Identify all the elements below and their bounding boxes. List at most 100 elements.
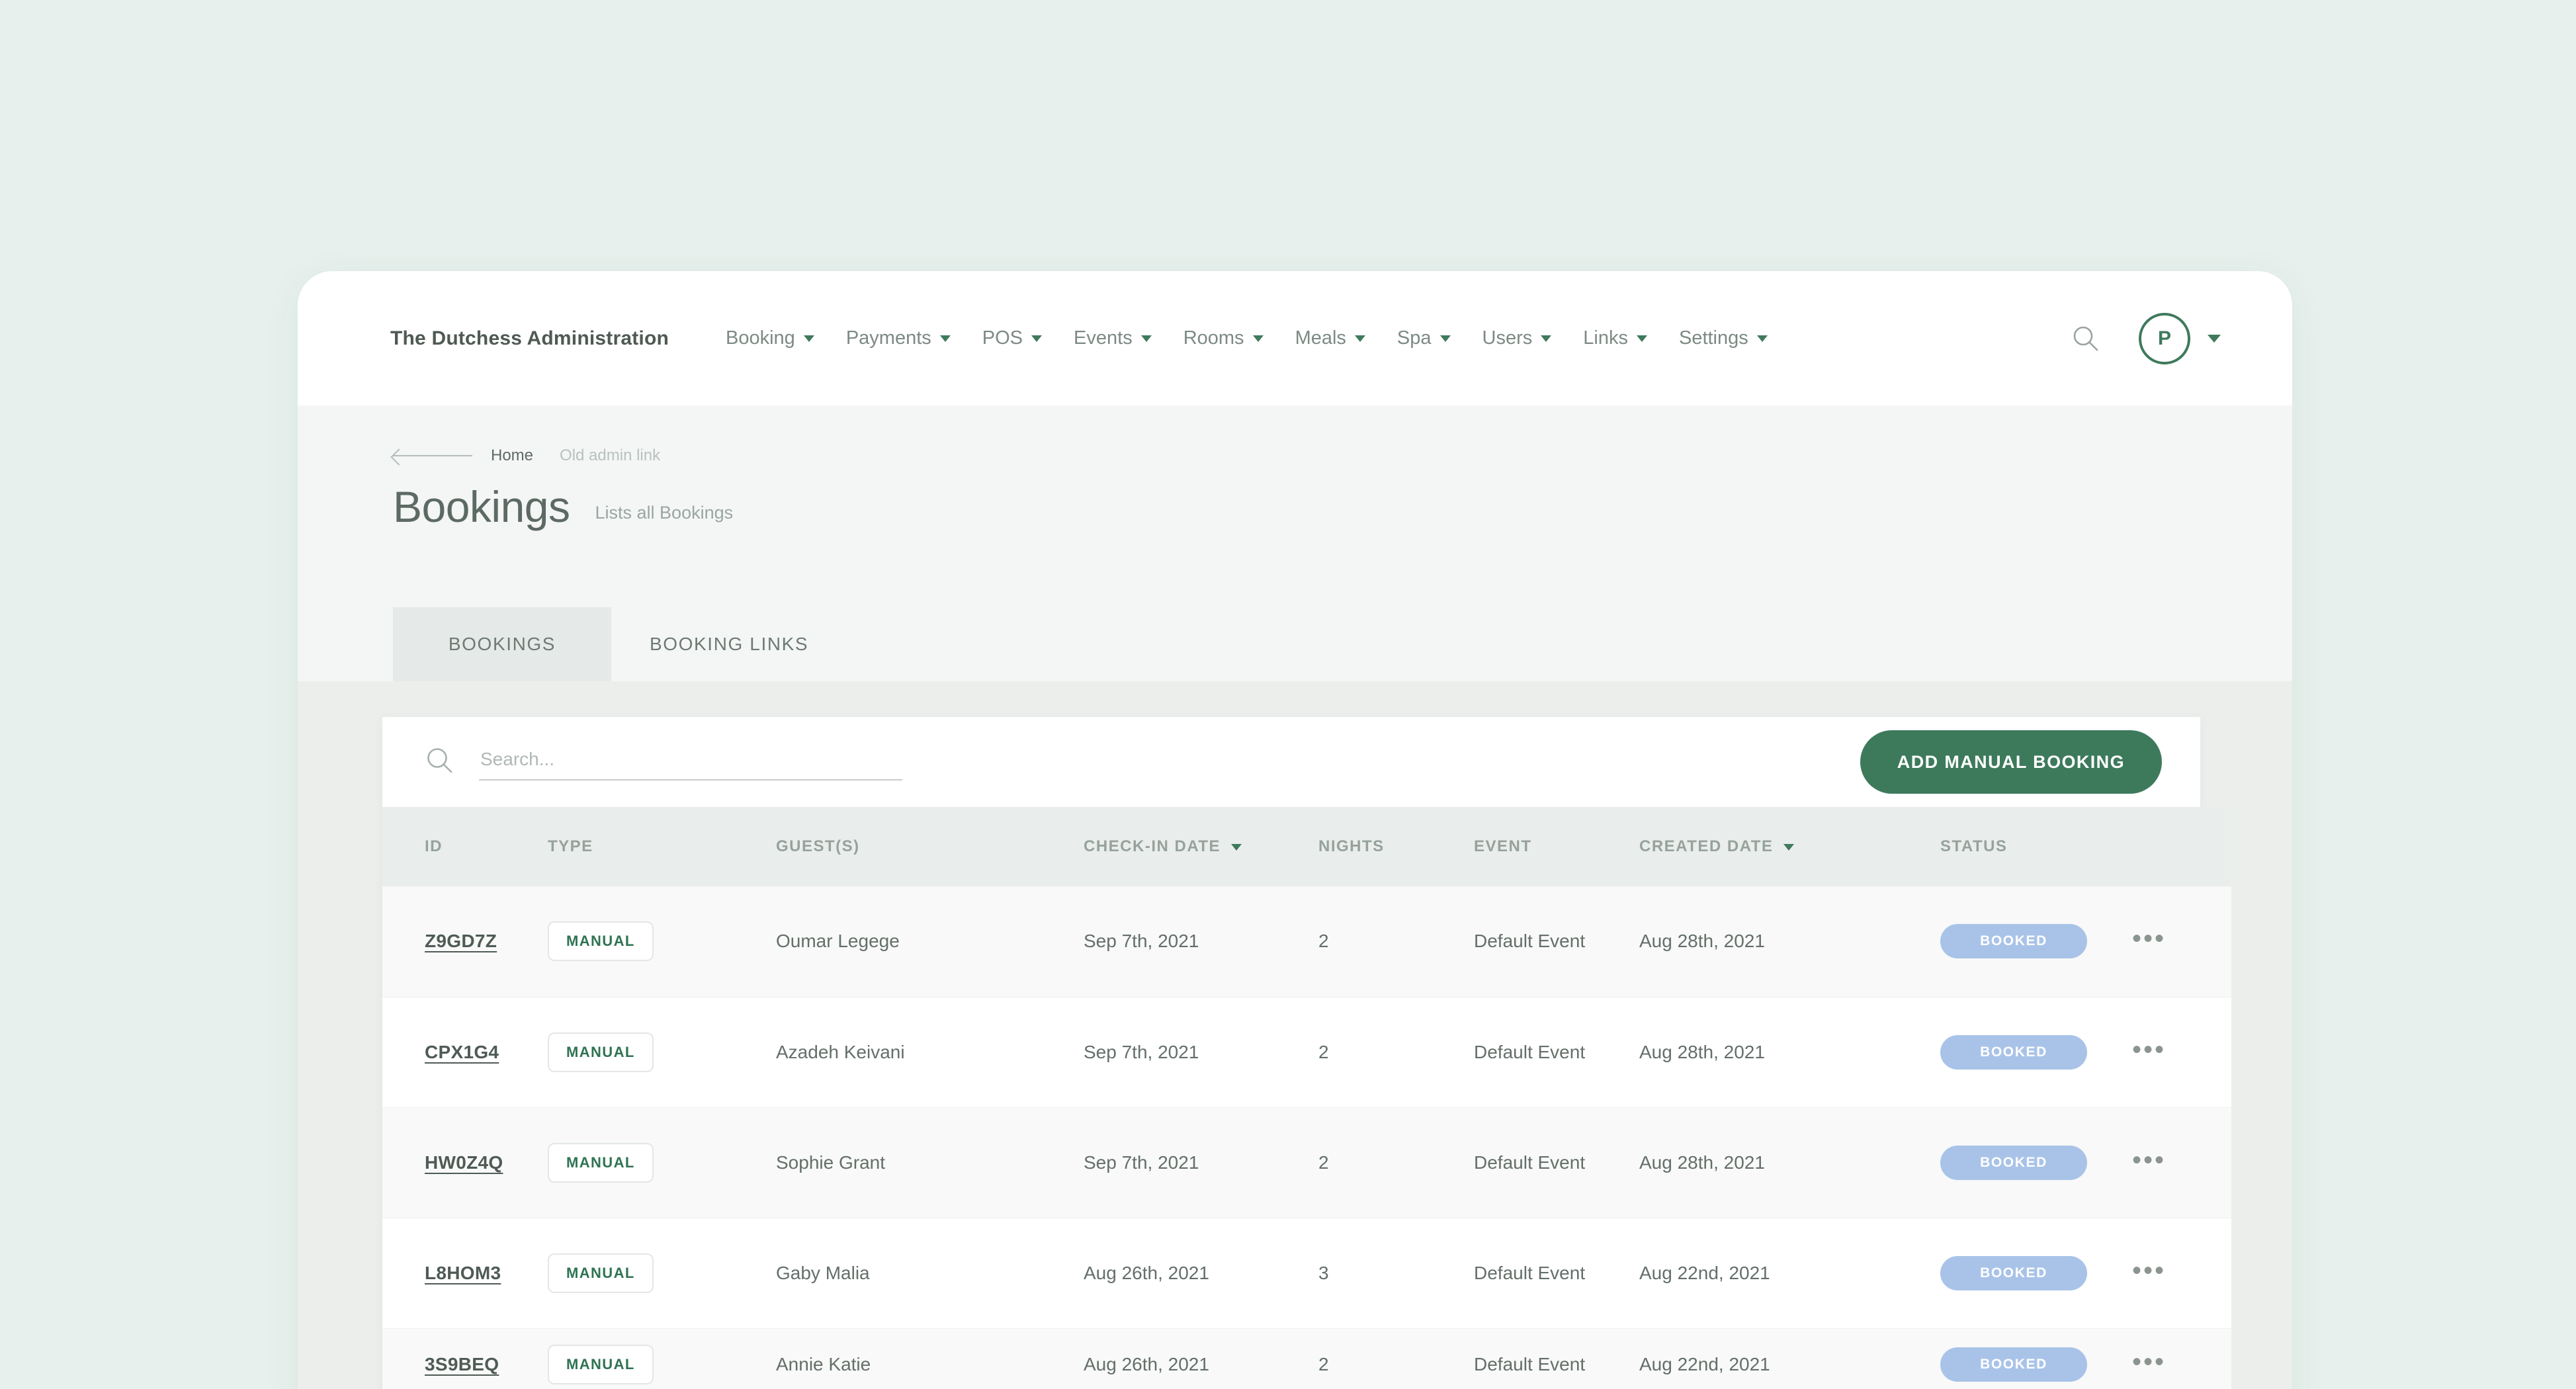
breadcrumb-item-home[interactable]: Home bbox=[491, 446, 533, 465]
column-header-label: NIGHTS bbox=[1318, 837, 1385, 855]
row-menu-icon[interactable]: ••• bbox=[2132, 1147, 2166, 1173]
created-date: Aug 28th, 2021 bbox=[1639, 1041, 1765, 1062]
app-window: The Dutchess Administration Booking Payme… bbox=[298, 271, 2292, 1389]
nav-item-rooms[interactable]: Rooms bbox=[1168, 321, 1279, 356]
nights-count: 3 bbox=[1318, 1262, 1329, 1283]
table-toolbar: ADD MANUAL BOOKING bbox=[382, 717, 2200, 807]
table-header-row: ID TYPE GUEST(S) CHECK-IN DATE NIGHTS EVENT CR… bbox=[382, 807, 2231, 886]
created-date: Aug 28th, 2021 bbox=[1639, 931, 1765, 952]
nav-item-label: Settings bbox=[1678, 327, 1748, 349]
tab-booking-links[interactable]: BOOKING LINKS bbox=[611, 607, 847, 681]
checkin-date: Aug 26th, 2021 bbox=[1084, 1354, 1209, 1374]
row-menu-icon[interactable]: ••• bbox=[2132, 1257, 2166, 1284]
column-header-type: TYPE bbox=[548, 807, 776, 886]
row-menu-icon[interactable]: ••• bbox=[2132, 1349, 2166, 1375]
search-icon[interactable] bbox=[2061, 314, 2111, 364]
title-row: Bookings Lists all Bookings bbox=[393, 485, 2292, 528]
chevron-down-icon bbox=[1541, 335, 1552, 342]
nav-item-label: Payments bbox=[845, 327, 931, 349]
cell-status: BOOKED bbox=[1940, 1107, 2132, 1218]
table-row[interactable]: Z9GD7Z MANUAL Oumar Legege Sep 7th, 2021 2 De… bbox=[382, 886, 2231, 997]
type-badge: MANUAL bbox=[548, 1345, 654, 1384]
nav-item-label: Events bbox=[1074, 327, 1133, 349]
column-header-label: ID bbox=[425, 837, 443, 855]
chevron-down-icon bbox=[1636, 335, 1647, 342]
nav-item-spa[interactable]: Spa bbox=[1381, 321, 1467, 356]
row-menu-icon[interactable]: ••• bbox=[2132, 925, 2166, 952]
cell-id: CPX1G4 bbox=[382, 997, 548, 1107]
type-badge: MANUAL bbox=[548, 921, 654, 962]
table-body: Z9GD7Z MANUAL Oumar Legege Sep 7th, 2021 2 De… bbox=[382, 886, 2231, 1389]
nav-item-booking[interactable]: Booking bbox=[710, 321, 830, 356]
chevron-down-icon bbox=[1439, 335, 1451, 342]
cell-status: BOOKED bbox=[1940, 997, 2132, 1107]
sort-descending-icon[interactable] bbox=[1783, 843, 1795, 851]
table-row[interactable]: L8HOM3 MANUAL Gaby Malia Aug 26th, 2021 3 Def… bbox=[382, 1218, 2231, 1328]
cell-type: MANUAL bbox=[548, 1218, 776, 1328]
tab-bookings[interactable]: BOOKINGS bbox=[393, 607, 611, 681]
booking-id-link[interactable]: Z9GD7Z bbox=[425, 931, 497, 951]
nav-item-settings[interactable]: Settings bbox=[1663, 321, 1783, 356]
column-header-nights: NIGHTS bbox=[1318, 807, 1474, 886]
sort-descending-icon[interactable] bbox=[1231, 843, 1242, 851]
nav-item-label: POS bbox=[982, 327, 1023, 349]
cell-type: MANUAL bbox=[548, 886, 776, 997]
status-badge: BOOKED bbox=[1940, 1347, 2087, 1382]
event-name: Default Event bbox=[1474, 1262, 1586, 1283]
event-name: Default Event bbox=[1474, 931, 1586, 952]
cell-actions: ••• bbox=[2132, 1328, 2231, 1389]
cell-nights: 3 bbox=[1318, 1218, 1474, 1328]
table-row[interactable]: CPX1G4 MANUAL Azadeh Keivani Sep 7th, 2021 2… bbox=[382, 997, 2231, 1107]
nights-count: 2 bbox=[1318, 1152, 1329, 1173]
booking-id-link[interactable]: HW0Z4Q bbox=[425, 1152, 503, 1173]
column-header-event: EVENT bbox=[1474, 807, 1639, 886]
guest-name: Annie Katie bbox=[776, 1354, 871, 1374]
cell-type: MANUAL bbox=[548, 1328, 776, 1389]
checkin-date: Sep 7th, 2021 bbox=[1084, 931, 1199, 952]
search-input[interactable] bbox=[479, 743, 902, 780]
status-badge: BOOKED bbox=[1940, 1255, 2087, 1290]
cell-status: BOOKED bbox=[1940, 886, 2132, 997]
add-manual-booking-button[interactable]: ADD MANUAL BOOKING bbox=[1860, 730, 2162, 794]
table-row[interactable]: HW0Z4Q MANUAL Sophie Grant Sep 7th, 2021 2 De… bbox=[382, 1107, 2231, 1218]
nav-item-links[interactable]: Links bbox=[1567, 321, 1663, 356]
avatar: P bbox=[2139, 312, 2190, 364]
cell-guests: Gaby Malia bbox=[776, 1218, 1084, 1328]
column-header-id: ID bbox=[382, 807, 548, 886]
nav-item-users[interactable]: Users bbox=[1467, 321, 1568, 356]
column-header-label: TYPE bbox=[548, 837, 593, 855]
nav-item-payments[interactable]: Payments bbox=[830, 321, 966, 356]
nav-item-pos[interactable]: POS bbox=[966, 321, 1058, 356]
type-badge: MANUAL bbox=[548, 1032, 654, 1072]
cell-actions: ••• bbox=[2132, 1218, 2231, 1328]
event-name: Default Event bbox=[1474, 1041, 1586, 1062]
breadcrumb-item-old-admin-link[interactable]: Old admin link bbox=[560, 446, 660, 465]
cell-created-date: Aug 22nd, 2021 bbox=[1639, 1328, 1940, 1389]
booking-id-link[interactable]: 3S9BEQ bbox=[425, 1354, 499, 1374]
booking-id-link[interactable]: CPX1G4 bbox=[425, 1042, 499, 1062]
account-menu-button[interactable]: P bbox=[2139, 312, 2221, 364]
cell-nights: 2 bbox=[1318, 997, 1474, 1107]
cell-actions: ••• bbox=[2132, 997, 2231, 1107]
cell-nights: 2 bbox=[1318, 1328, 1474, 1389]
nav-item-meals[interactable]: Meals bbox=[1279, 321, 1381, 356]
tab-bar: BOOKINGS BOOKING LINKS bbox=[393, 607, 847, 681]
cell-checkin-date: Aug 26th, 2021 bbox=[1084, 1328, 1318, 1389]
column-header-created-date[interactable]: CREATED DATE bbox=[1639, 807, 1940, 886]
chevron-down-icon bbox=[2208, 334, 2221, 343]
cell-checkin-date: Aug 26th, 2021 bbox=[1084, 1218, 1318, 1328]
back-arrow-icon[interactable] bbox=[393, 449, 472, 462]
table-row[interactable]: 3S9BEQ MANUAL Annie Katie Aug 26th, 2021 2 De… bbox=[382, 1328, 2231, 1389]
column-header-check-in-date[interactable]: CHECK-IN DATE bbox=[1084, 807, 1318, 886]
row-menu-icon[interactable]: ••• bbox=[2132, 1036, 2166, 1063]
nights-count: 2 bbox=[1318, 931, 1329, 952]
nav-item-label: Meals bbox=[1295, 327, 1346, 349]
chevron-down-icon bbox=[1354, 335, 1365, 342]
top-navigation-bar: The Dutchess Administration Booking Payme… bbox=[298, 271, 2292, 405]
bookings-table: ID TYPE GUEST(S) CHECK-IN DATE NIGHTS EVENT CR… bbox=[382, 807, 2231, 1389]
cell-created-date: Aug 22nd, 2021 bbox=[1639, 1218, 1940, 1328]
content-area: ADD MANUAL BOOKING ID TYPE GUEST(S) CHECK-I… bbox=[298, 681, 2292, 1389]
nav-item-events[interactable]: Events bbox=[1058, 321, 1168, 356]
booking-id-link[interactable]: L8HOM3 bbox=[425, 1263, 501, 1283]
cell-actions: ••• bbox=[2132, 886, 2231, 997]
